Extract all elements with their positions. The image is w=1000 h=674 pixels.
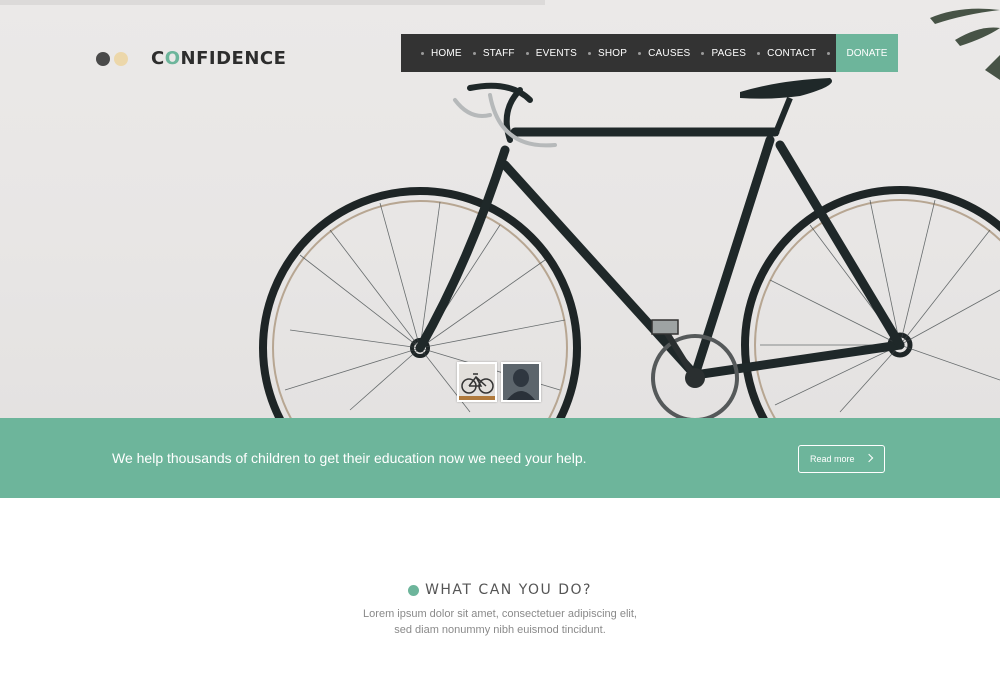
nav-item-staff[interactable]: STAFF [472, 47, 515, 59]
heading-dot-icon [408, 584, 420, 596]
nav-item-shop[interactable]: SHOP [587, 47, 628, 59]
hero-slider: CONFIDENCE HOME STAFF EVENTS SHOP CAUSES PAGE… [0, 0, 1000, 418]
donate-button[interactable]: DONATE [836, 34, 898, 72]
thumbnail-bicycle[interactable] [457, 362, 497, 402]
nav-item-causes[interactable]: CAUSES [638, 48, 690, 59]
bullet-icon [472, 51, 476, 55]
chevron-right-icon [864, 453, 874, 463]
bullet-icon [421, 51, 424, 55]
nav-item-events[interactable]: EVENTS [525, 47, 577, 59]
nav-item-label: EVENTS [535, 47, 577, 59]
bullet-icon [827, 51, 831, 55]
logo-dot-beige [114, 52, 128, 66]
bullet-icon [525, 51, 529, 55]
cta-band: We help thousands of children to get the… [0, 418, 1000, 498]
read-more-label: Read more [810, 454, 855, 464]
nav-item-label: HOME [431, 47, 462, 59]
site-logo[interactable]: CONFIDENCE [96, 50, 286, 68]
section-description: Lorem ipsum dolor sit amet, consectetuer… [0, 606, 1000, 638]
thumbnail-person[interactable] [501, 362, 541, 402]
read-more-button[interactable]: Read more [798, 445, 885, 473]
nav-item-pages[interactable]: PAGES [701, 48, 746, 59]
nav-item-label: SHOP [597, 47, 628, 59]
nav-item-home[interactable]: HOME [421, 48, 462, 59]
nav-item-label: STAFF [482, 47, 515, 59]
nav-item-label: PAGES [711, 47, 747, 59]
bullet-icon [701, 51, 705, 55]
section-desc-line: sed diam nonummy nibh euismod tincidunt. [394, 624, 606, 636]
section-title: WHAT CAN YOU DO? [425, 582, 592, 598]
main-nav: HOMESTAFFEVENTSSHOPCAUSESPAGESCONTACTBLO… [401, 34, 866, 72]
cta-text: We help thousands of children to get the… [112, 450, 587, 466]
bullet-icon [587, 51, 591, 55]
person-photo-icon [503, 364, 539, 400]
section-heading: WHAT CAN YOU DO? [0, 582, 1000, 598]
section-desc-line: Lorem ipsum dolor sit amet, consectetuer… [363, 608, 637, 620]
bullet-icon [757, 51, 761, 55]
logo-wordmark: CONFIDENCE [151, 48, 287, 69]
slider-thumbnails [457, 362, 545, 402]
nav-item-contact[interactable]: CONTACT [757, 48, 816, 59]
bullet-icon [638, 51, 642, 55]
bicycle-icon [459, 364, 495, 400]
logo-dot-dark [96, 52, 110, 66]
nav-item-label: CAUSES [648, 47, 691, 59]
nav-item-label: CONTACT [767, 47, 817, 59]
